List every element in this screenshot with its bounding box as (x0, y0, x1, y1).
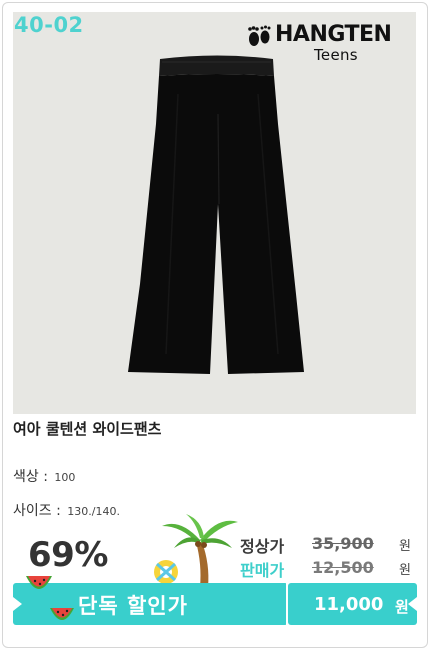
left-arrow-icon (13, 597, 22, 611)
color-option: 색상 : 100 (13, 466, 75, 486)
size-label: 사이즈 : (13, 503, 61, 519)
product-code: 40-02 (14, 13, 84, 37)
footprints-icon (248, 25, 271, 46)
pants-image (128, 55, 304, 374)
watermelon-icon (50, 608, 74, 620)
brand-sub: Teens (314, 46, 358, 64)
regular-price-label: 정상가 (240, 537, 285, 556)
watermelon-icon (26, 576, 52, 589)
right-arrow-icon (408, 597, 417, 611)
discount-rate: 69% (28, 535, 108, 575)
banner-divider (286, 583, 288, 625)
product-name: 여아 쿨텐션 와이드팬츠 (13, 420, 162, 438)
regular-price: 35,900 (312, 534, 374, 553)
final-price: 11,000 (314, 594, 384, 615)
palm-tree-icon (154, 514, 238, 587)
final-price-currency: 원 (395, 598, 409, 616)
product-photo[interactable]: 40-02 HANGTEN Teens (13, 12, 416, 414)
color-label: 색상 : (13, 469, 48, 485)
sale-price-currency: 원 (399, 563, 411, 578)
size-option: 사이즈 : 130./140. (13, 500, 120, 520)
regular-price-currency: 원 (399, 539, 411, 554)
exclusive-discount-label: 단독 할인가 (78, 594, 188, 618)
sale-price-label: 판매가 (240, 561, 285, 580)
size-value: 130./140. (67, 505, 120, 518)
color-value: 100 (54, 471, 76, 484)
sale-price: 12,500 (312, 558, 374, 577)
brand-name: HANGTEN (275, 22, 392, 47)
